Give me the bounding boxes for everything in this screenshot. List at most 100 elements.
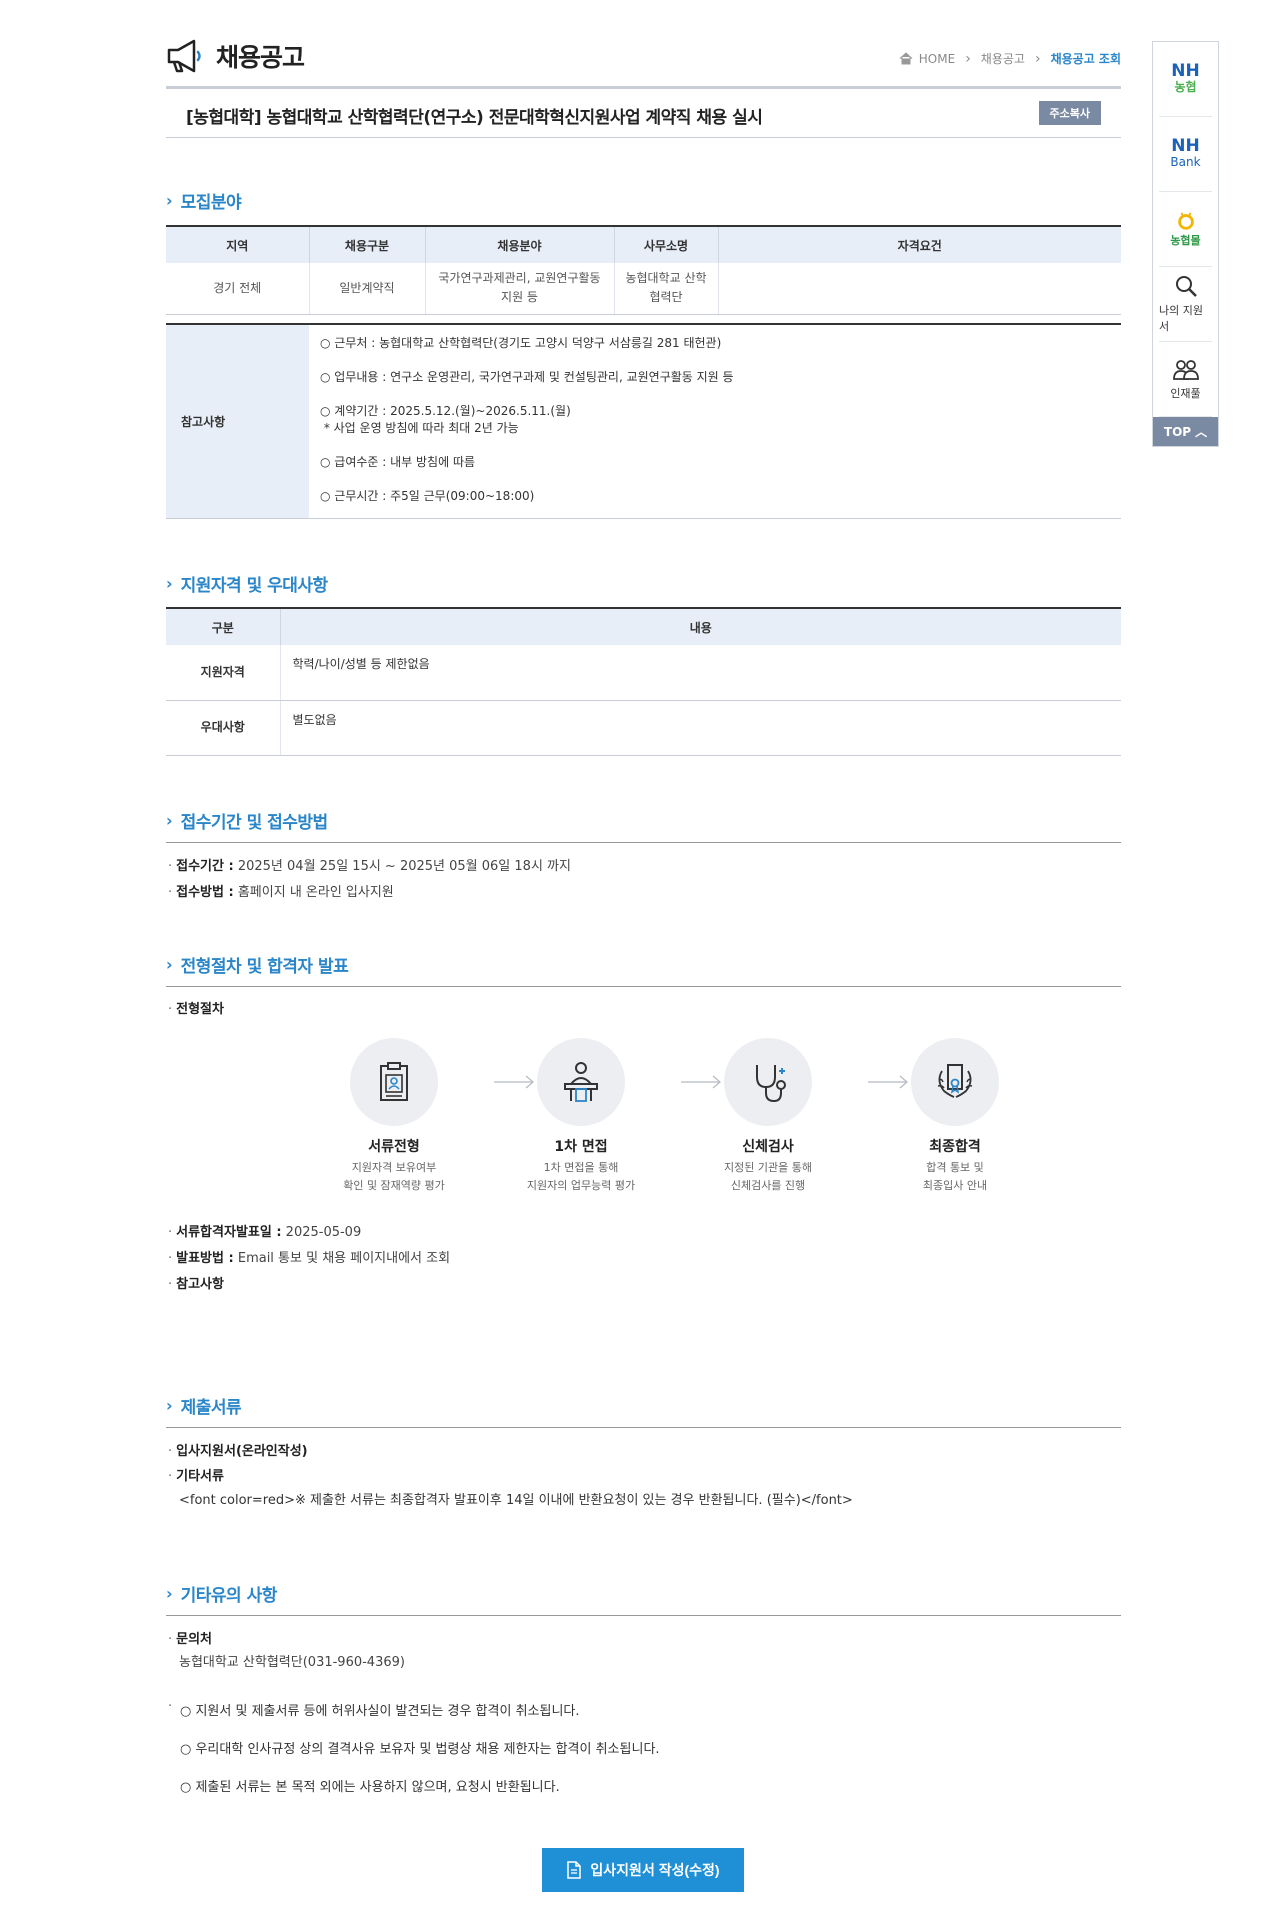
megaphone-icon — [167, 39, 201, 73]
row-value: 학력/나이/성별 등 제한없음 — [280, 645, 1121, 701]
top-label: TOP — [1163, 424, 1192, 439]
method-value: 홈페이지 내 온라인 입사지원 — [233, 885, 394, 900]
step-name: 최종합격 — [929, 1139, 981, 1155]
document-item-text: 기타서류 — [176, 1469, 224, 1484]
method-label: 접수방법 : — [176, 885, 234, 900]
breadcrumb-home[interactable]: HOME — [919, 52, 955, 66]
table-row: 지원자격 학력/나이/성별 등 제한없음 — [166, 645, 1121, 701]
search-icon — [1175, 276, 1197, 297]
job-title-row: [농협대학] 농협대학교 산학협력단(연구소) 전문대학혁신지원사업 계약직 채… — [166, 89, 1121, 138]
contact-label-text: 문의처 — [176, 1632, 213, 1647]
row-label: 지원자격 — [166, 645, 281, 701]
section-title: 전형절차 및 합격자 발표 — [180, 957, 349, 977]
chevron-right-icon: › — [166, 1584, 173, 1603]
divider — [166, 1427, 1121, 1428]
chevron-right-icon: › — [1034, 50, 1041, 67]
reference-line: ○ 근무시간 : 주5일 근무(09:00~18:00) — [320, 489, 535, 503]
reference-line: ○ 계약기간 : 2025.5.12.(월)~2026.5.11.(월) — [320, 404, 571, 418]
chevron-up-icon: ︿ — [1195, 425, 1208, 439]
copy-address-button[interactable]: 주소복사 — [1038, 101, 1101, 125]
step-circle — [724, 1038, 812, 1126]
row-label: 우대사항 — [166, 700, 281, 756]
column-header: 구분 — [166, 607, 281, 645]
breadcrumb: HOME › 채용공고 › 채용공고 조회 — [899, 50, 1121, 67]
period-value: 2025년 04월 25일 15시 ~ 2025년 05월 06일 18시 까지 — [233, 859, 571, 874]
doc-pass-date: · 서류합격자발표일 : 2025-05-09 — [168, 1225, 362, 1240]
document-icon — [567, 1861, 582, 1879]
chevron-right-icon: › — [965, 50, 971, 67]
contact-label: · 문의처 — [168, 1632, 213, 1647]
step-circle — [911, 1038, 999, 1126]
home-icon — [899, 52, 913, 65]
quick-nh-bank[interactable]: NH Bank — [1159, 117, 1212, 192]
page-title: 채용공고 — [216, 43, 305, 72]
quick-talent-pool[interactable]: 인재풀 — [1159, 342, 1212, 417]
document-item: · 입사지원서(온라인작성) — [168, 1444, 308, 1459]
announce-label: 발표방법 : — [176, 1251, 234, 1266]
section-title: 기타유의 사항 — [180, 1586, 278, 1606]
step-name: 1차 면접 — [554, 1139, 608, 1155]
cell-region: 경기 전체 — [166, 263, 310, 315]
reception-period: · 접수기간 : 2025년 04월 25일 15시 ~ 2025년 05월 06… — [168, 859, 571, 874]
page-title-area: 채용공고 — [166, 38, 305, 74]
recruit-table: 지역 채용구분 채용분야 사무소명 자격요건 경기 전체 일반계약직 국가연구과… — [166, 225, 1121, 315]
column-header: 내용 — [280, 607, 1121, 645]
note-label: 참고사항 — [176, 1277, 224, 1292]
process-steps: 서류전형 지원자격 보유여부 확인 및 잠재역량 평가 1차 면접 1차 면접을 … — [324, 1038, 999, 1203]
doc-pass-value: 2025-05-09 — [281, 1225, 362, 1240]
quick-my-application[interactable]: 나의 지원서 — [1159, 267, 1212, 342]
section-etc-heading: › 기타유의 사항 — [166, 1581, 277, 1606]
breadcrumb-recruit[interactable]: 채용공고 — [981, 50, 1025, 67]
reference-label: 참고사항 — [166, 325, 309, 518]
step-desc: 지정된 기관을 통해 신체검사를 진행 — [724, 1161, 812, 1192]
step-medical: 신체검사 지정된 기관을 통해 신체검사를 진행 — [698, 1038, 838, 1195]
document-item: · 기타서류 — [168, 1469, 224, 1484]
my-application-label: 나의 지원서 — [1159, 304, 1203, 333]
nonghyup-mall-logo-icon — [1177, 212, 1194, 230]
section-qualification-heading: › 지원자격 및 우대사항 — [166, 571, 328, 596]
chevron-right-icon: › — [166, 191, 173, 210]
clipboard-id-icon — [380, 1062, 408, 1101]
nh-nonghyup-logo: NH 농협 — [1171, 61, 1200, 95]
page-header: 채용공고 HOME › 채용공고 › 채용공고 조회 — [166, 0, 1121, 89]
chevron-right-icon: › — [166, 811, 173, 830]
chevron-right-icon: › — [166, 955, 173, 974]
reference-table: 참고사항 ○ 근무처 : 농협대학교 산학협력단(경기도 고양시 덕양구 서삼릉… — [166, 323, 1121, 519]
step-interview: 1차 면접 1차 면접을 통해 지원자의 업무능력 평가 — [511, 1038, 651, 1195]
scroll-top-button[interactable]: TOP ︿ — [1153, 417, 1218, 446]
reception-method: · 접수방법 : 홈페이지 내 온라인 입사지원 — [168, 885, 394, 900]
nonghyup-mall-label: 농협몰 — [1170, 234, 1201, 247]
section-recruit-heading: › 모집분야 — [166, 188, 242, 213]
selection-note: · 참고사항 — [168, 1277, 224, 1292]
step-desc: 지원자격 보유여부 확인 및 잠재역량 평가 — [343, 1161, 445, 1192]
doc-pass-label: 서류합격자발표일 : — [176, 1225, 282, 1240]
divider — [166, 986, 1121, 987]
quick-nonghyup-mall[interactable]: 농협몰 — [1159, 192, 1212, 267]
chevron-right-icon: › — [166, 574, 173, 593]
divider — [166, 1615, 1121, 1616]
process-label-text: 전형절차 — [176, 1002, 224, 1017]
interview-podium-icon — [564, 1062, 598, 1102]
cell-field: 국가연구과제관리, 교원연구활동 지원 등 — [425, 263, 615, 315]
cell-type: 일반계약직 — [309, 263, 426, 315]
talent-pool-label: 인재풀 — [1170, 387, 1201, 400]
step-desc: 합격 통보 및 최종입사 안내 — [922, 1161, 988, 1192]
cell-office: 농협대학교 산학협력단 — [614, 263, 719, 315]
contact-value: 농협대학교 산학협력단(031-960-4369) — [179, 1655, 405, 1670]
row-value: 별도없음 — [280, 700, 1121, 756]
people-icon — [1172, 360, 1199, 380]
breadcrumb-current[interactable]: 채용공고 조회 — [1051, 50, 1121, 67]
period-label: 접수기간 : — [176, 859, 234, 874]
main-content: 채용공고 HOME › 채용공고 › 채용공고 조회 [농협대학] 농협대학교 … — [166, 0, 1121, 1892]
document-note: <font color=red>※ 제출한 서류는 최종합격자 발표이후 14일… — [179, 1493, 853, 1508]
apply-form-button[interactable]: 입사지원서 작성(수정) — [542, 1848, 744, 1892]
notice-line: ○ 지원서 및 제출서류 등에 허위사실이 발견되는 경우 합격이 취소됩니다. — [180, 1704, 580, 1719]
section-reception-heading: › 접수기간 및 접수방법 — [166, 808, 328, 833]
quick-nh-nonghyup[interactable]: NH 농협 — [1159, 42, 1212, 117]
cell-qualification — [718, 263, 1121, 315]
section-title: 지원자격 및 우대사항 — [180, 576, 329, 596]
step-name: 신체검사 — [742, 1139, 794, 1155]
nh-bank-logo: NH Bank — [1170, 136, 1201, 170]
divider — [166, 842, 1121, 843]
section-documents-heading: › 제출서류 — [166, 1393, 242, 1418]
